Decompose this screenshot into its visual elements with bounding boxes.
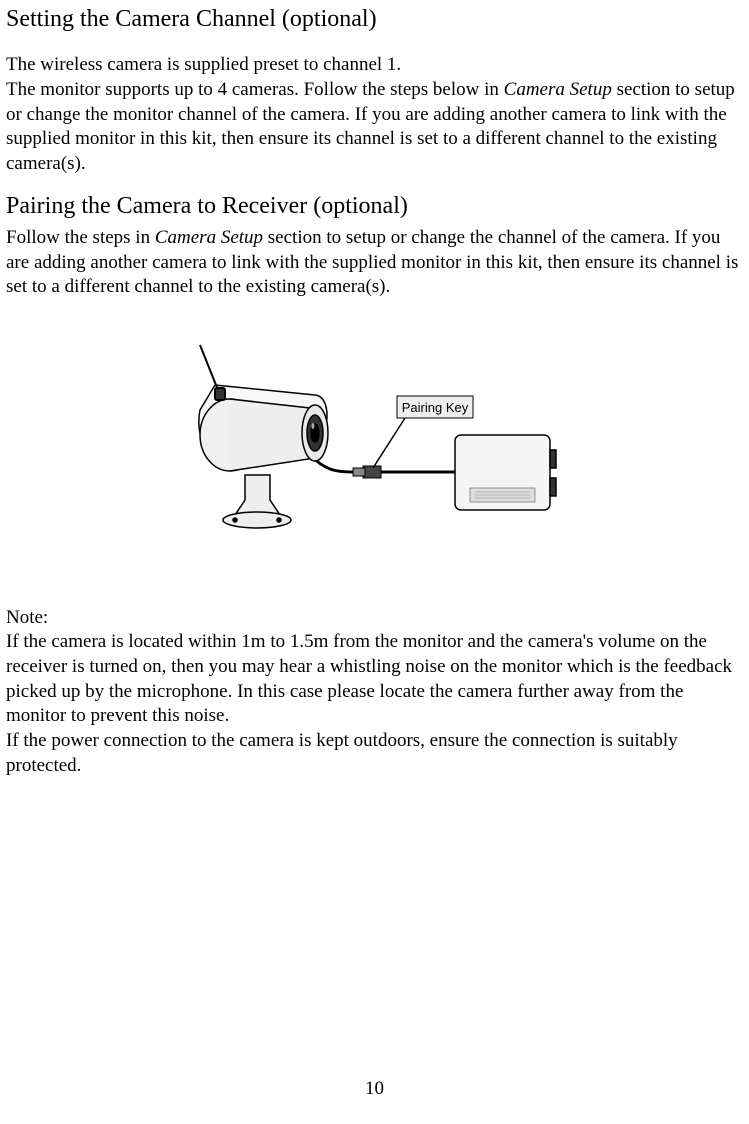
- pairing-key-label: Pairing Key: [401, 400, 468, 415]
- page-number: 10: [6, 1077, 743, 1102]
- section1-para1: The wireless camera is supplied preset t…: [6, 53, 743, 78]
- pairing-figure: Pairing Key: [6, 340, 743, 578]
- camera-adapter-diagram: Pairing Key: [175, 340, 575, 570]
- note-para2: If the power connection to the camera is…: [6, 729, 743, 778]
- note-heading: Note:: [6, 606, 743, 631]
- section2-para1: Follow the steps in Camera Setup section…: [6, 226, 743, 300]
- section-heading-channel: Setting the Camera Channel (optional): [6, 4, 743, 35]
- section1-p2a: The monitor supports up to 4 cameras. Fo…: [6, 79, 504, 100]
- camera-setup-emphasis-2: Camera Setup: [155, 227, 263, 248]
- note-para1: If the camera is located within 1m to 1.…: [6, 630, 743, 729]
- section2-p1a: Follow the steps in: [6, 227, 155, 248]
- camera-setup-emphasis: Camera Setup: [504, 79, 612, 100]
- section-heading-pairing: Pairing the Camera to Receiver (optional…: [6, 191, 743, 222]
- section1-para2: The monitor supports up to 4 cameras. Fo…: [6, 78, 743, 177]
